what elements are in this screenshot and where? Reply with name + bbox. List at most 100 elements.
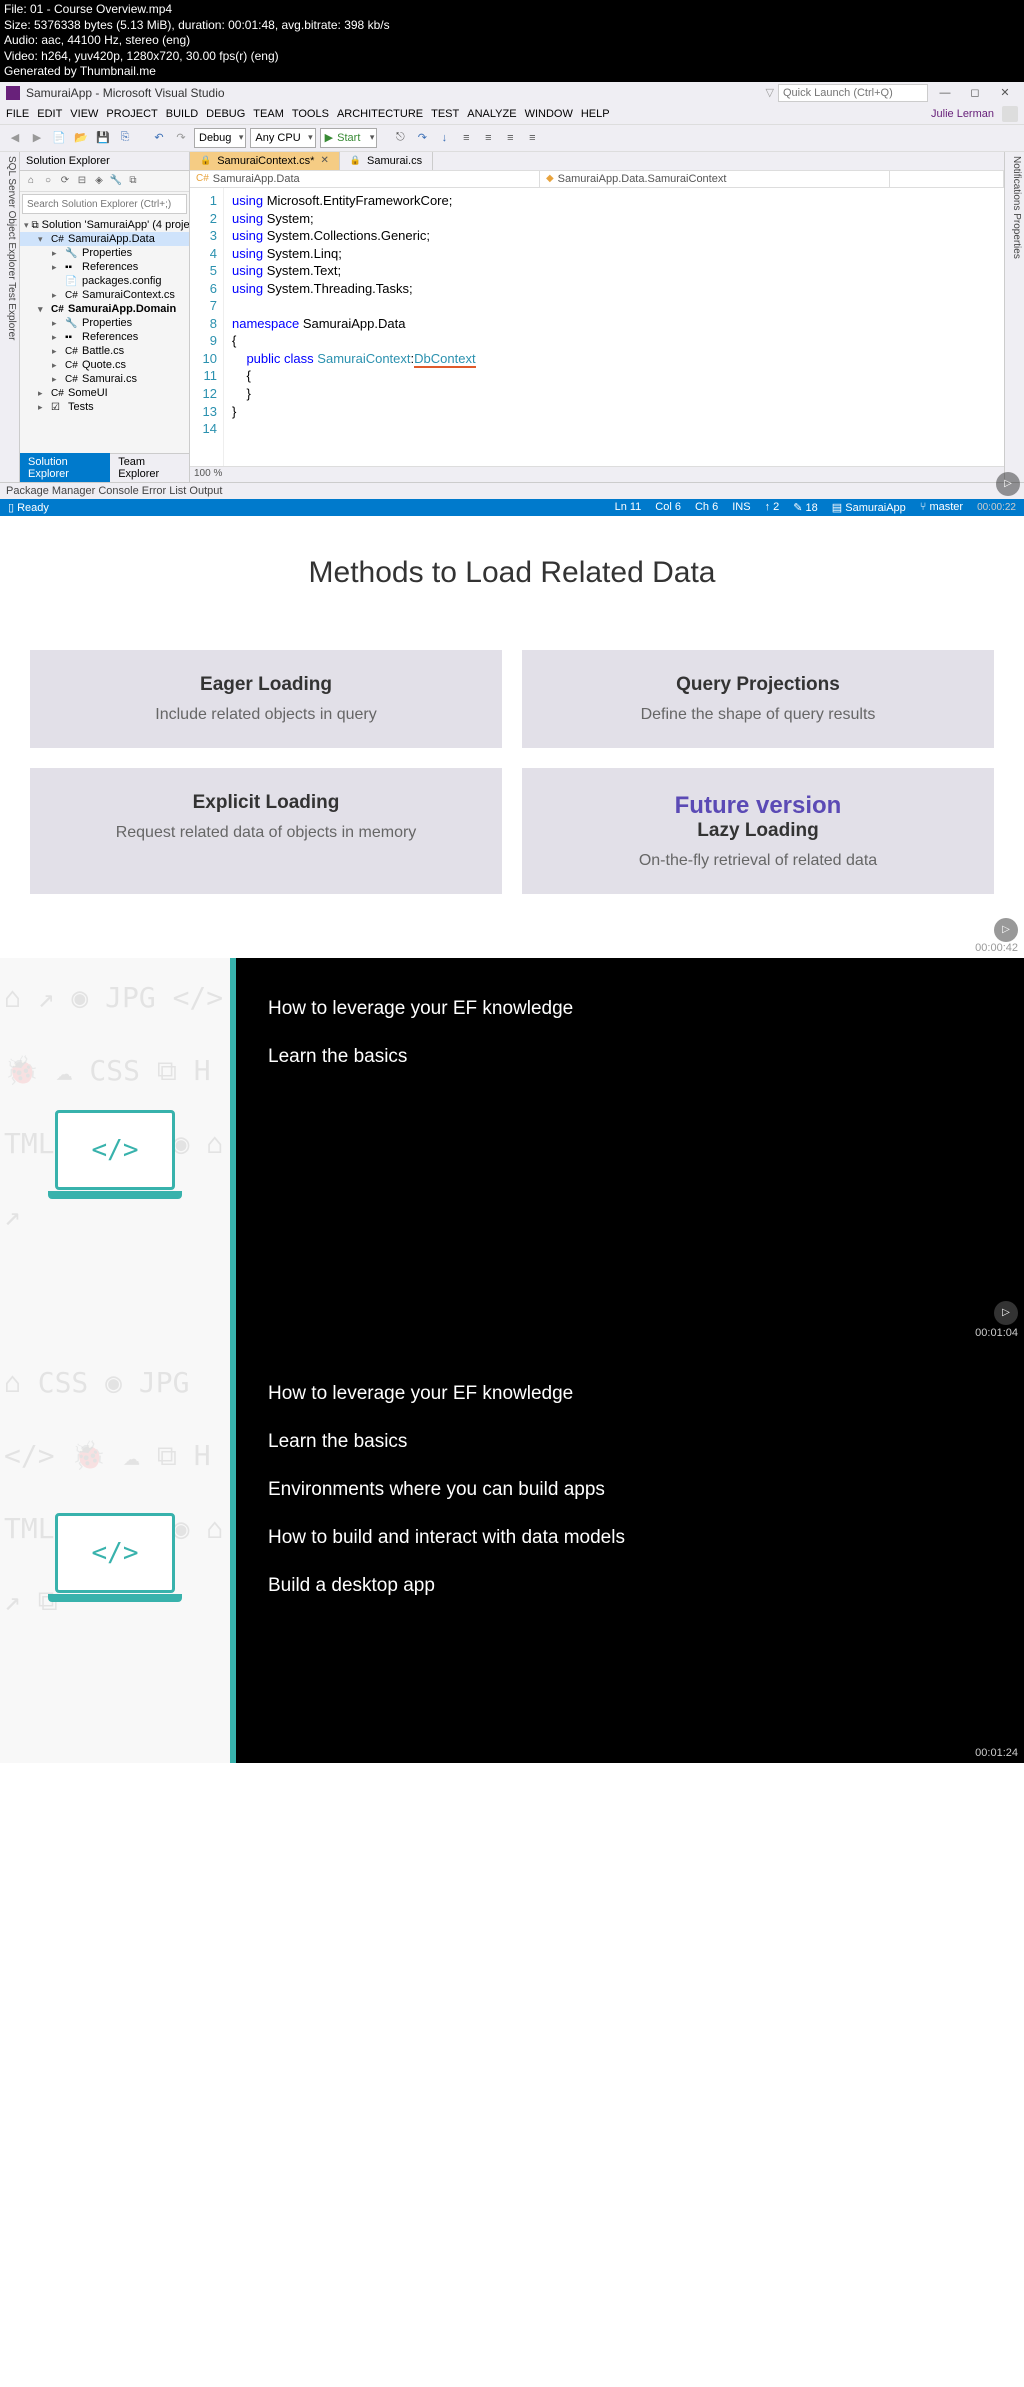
tb-icon-1[interactable]: ⎋ [391,129,409,147]
nav-member[interactable] [890,171,1004,187]
right-tool-tabs[interactable]: Notifications Properties [1004,152,1024,482]
se-sync-icon[interactable]: ⟳ [58,174,72,188]
tree-item[interactable]: ▾C#SamuraiApp.Domain [20,302,189,316]
menu-debug[interactable]: DEBUG [206,108,245,120]
menu-architecture[interactable]: ARCHITECTURE [337,108,423,120]
editor-tab-inactive[interactable]: 🔒 Samurai.cs [340,152,433,170]
solution-tree: ▾⧉Solution 'SamuraiApp' (4 projects)▾C#S… [20,216,189,453]
save-all-icon[interactable]: ⎘ [116,129,134,147]
se-preview-icon[interactable]: ⧉ [126,174,140,188]
bullet-3: Environments where you can build apps [268,1479,992,1501]
bullet-1: How to leverage your EF knowledge [268,1383,992,1405]
filter-icon[interactable]: ▽ [766,86,774,99]
menu-analyze[interactable]: ANALYZE [467,108,516,120]
tree-item[interactable]: ▸▪▪References [20,260,189,274]
left-tool-tabs[interactable]: SQL Server Object Explorer Test Explorer [0,152,20,482]
tree-item[interactable]: ▸☑Tests [20,400,189,414]
indent-icon[interactable]: ≡ [457,129,475,147]
save-icon[interactable]: 💾 [94,129,112,147]
code-text[interactable]: using Microsoft.EntityFrameworkCore; usi… [224,188,1004,466]
slide-methods: Methods to Load Related Data Eager Loadi… [0,516,1024,934]
undo-icon[interactable]: ↶ [150,129,168,147]
code-glyph-icon: </> [92,1538,139,1568]
class-icon: ◆ [546,173,554,184]
menu-view[interactable]: VIEW [70,108,98,120]
video-line: Video: h264, yuv420p, 1280x720, 30.00 fp… [4,49,1020,65]
tree-item[interactable]: ▸▪▪References [20,330,189,344]
status-project: ▤ SamuraiApp [832,501,906,514]
tab-close-icon[interactable]: ✕ [320,155,328,166]
vs-titlebar: SamuraiApp - Microsoft Visual Studio ▽ —… [0,82,1024,104]
close-button[interactable]: ✕ [992,84,1018,102]
menu-window[interactable]: WINDOW [525,108,573,120]
line-gutter: 1234567891011121314 [190,188,224,466]
menu-edit[interactable]: EDIT [37,108,62,120]
bullet-2: Learn the basics [268,1431,992,1453]
tree-item[interactable]: ▸C#Quote.cs [20,358,189,372]
slide-dark-1: ⌂ ↗ ◉ JPG </> 🐞 ☁ CSS ⧉ HTML ⚙ EXE ◉ ⌂ ↗… [0,958,1024,1343]
menu-tools[interactable]: TOOLS [292,108,329,120]
tree-item[interactable]: ▸C#SamuraiContext.cs [20,288,189,302]
tab-team-explorer[interactable]: Team Explorer [110,453,189,482]
code-glyph-icon: </> [92,1135,139,1165]
tab-lock-icon: 🔒 [350,155,361,166]
se-collapse-icon[interactable]: ⊟ [75,174,89,188]
user-name[interactable]: Julie Lerman [931,108,994,120]
tree-item[interactable]: ▾⧉Solution 'SamuraiApp' (4 projects) [20,218,189,232]
menu-test[interactable]: TEST [431,108,459,120]
tree-item[interactable]: ▾C#SamuraiApp.Data [20,232,189,246]
thumbnail-timestamp: 00:00:22 [977,502,1016,513]
bottom-tool-tabs[interactable]: Package Manager Console Error List Outpu… [0,482,1024,499]
se-properties-icon[interactable]: 🔧 [109,174,123,188]
tree-item[interactable]: ▸C#SomeUI [20,386,189,400]
forward-icon[interactable]: ▶ [28,129,46,147]
menu-project[interactable]: PROJECT [106,108,157,120]
tree-item[interactable]: ▸C#Battle.cs [20,344,189,358]
quick-launch-input[interactable] [778,84,928,102]
se-refresh-icon[interactable]: ○ [41,174,55,188]
tab-solution-explorer[interactable]: Solution Explorer [20,453,110,482]
laptop-icon: </> [55,1513,175,1593]
se-bottom-tabs: Solution Explorer Team Explorer [20,453,189,482]
back-icon[interactable]: ◀ [6,129,24,147]
se-show-all-icon[interactable]: ◈ [92,174,106,188]
maximize-button[interactable]: ◻ [962,84,988,102]
bullet-2: Learn the basics [268,1046,992,1068]
menu-build[interactable]: BUILD [166,108,198,120]
home-icon[interactable]: ⌂ [24,174,38,188]
new-file-icon[interactable]: 📄 [50,129,68,147]
vs-statusbar: ▯ Ready Ln 11 Col 6 Ch 6 INS ↑ 2 ✎ 18 ▤ … [0,499,1024,516]
code-area[interactable]: 1234567891011121314 using Microsoft.Enti… [190,188,1004,466]
tree-item[interactable]: ▸🔧Properties [20,316,189,330]
menu-file[interactable]: FILE [6,108,29,120]
editor-zoom[interactable]: 100 % [190,466,1004,482]
comment-icon[interactable]: ≡ [501,129,519,147]
card-explicit: Explicit Loading Request related data of… [30,768,502,894]
minimize-button[interactable]: — [932,84,958,102]
open-icon[interactable]: 📂 [72,129,90,147]
outdent-icon[interactable]: ≡ [479,129,497,147]
file-line: File: 01 - Course Overview.mp4 [4,2,1020,18]
nav-namespace[interactable]: C#SamuraiApp.Data [190,171,540,187]
platform-combo[interactable]: Any CPU [250,128,315,148]
bullet-4: How to build and interact with data mode… [268,1527,992,1549]
step-into-icon[interactable]: ↓ [435,129,453,147]
menu-team[interactable]: TEAM [253,108,284,120]
editor-tab-active[interactable]: 🔒 SamuraiContext.cs* ✕ [190,152,340,170]
tree-item[interactable]: 📄packages.config [20,274,189,288]
start-button[interactable]: ▶Start [320,128,378,148]
card-lazy: Future version Lazy Loading On-the-fly r… [522,768,994,894]
tab-lock-icon: 🔒 [200,155,211,166]
se-search-input[interactable] [22,194,187,214]
redo-icon[interactable]: ↷ [172,129,190,147]
tree-item[interactable]: ▸🔧Properties [20,246,189,260]
step-over-icon[interactable]: ↷ [413,129,431,147]
solution-explorer: Solution Explorer ⌂ ○ ⟳ ⊟ ◈ 🔧 ⧉ ▾⧉Soluti… [20,152,190,482]
user-avatar-icon[interactable] [1002,106,1018,122]
uncomment-icon[interactable]: ≡ [523,129,541,147]
tree-item[interactable]: ▸C#Samurai.cs [20,372,189,386]
nav-class[interactable]: ◆SamuraiApp.Data.SamuraiContext [540,171,890,187]
menu-help[interactable]: HELP [581,108,610,120]
config-combo[interactable]: Debug [194,128,246,148]
size-line: Size: 5376338 bytes (5.13 MiB), duration… [4,18,1020,34]
